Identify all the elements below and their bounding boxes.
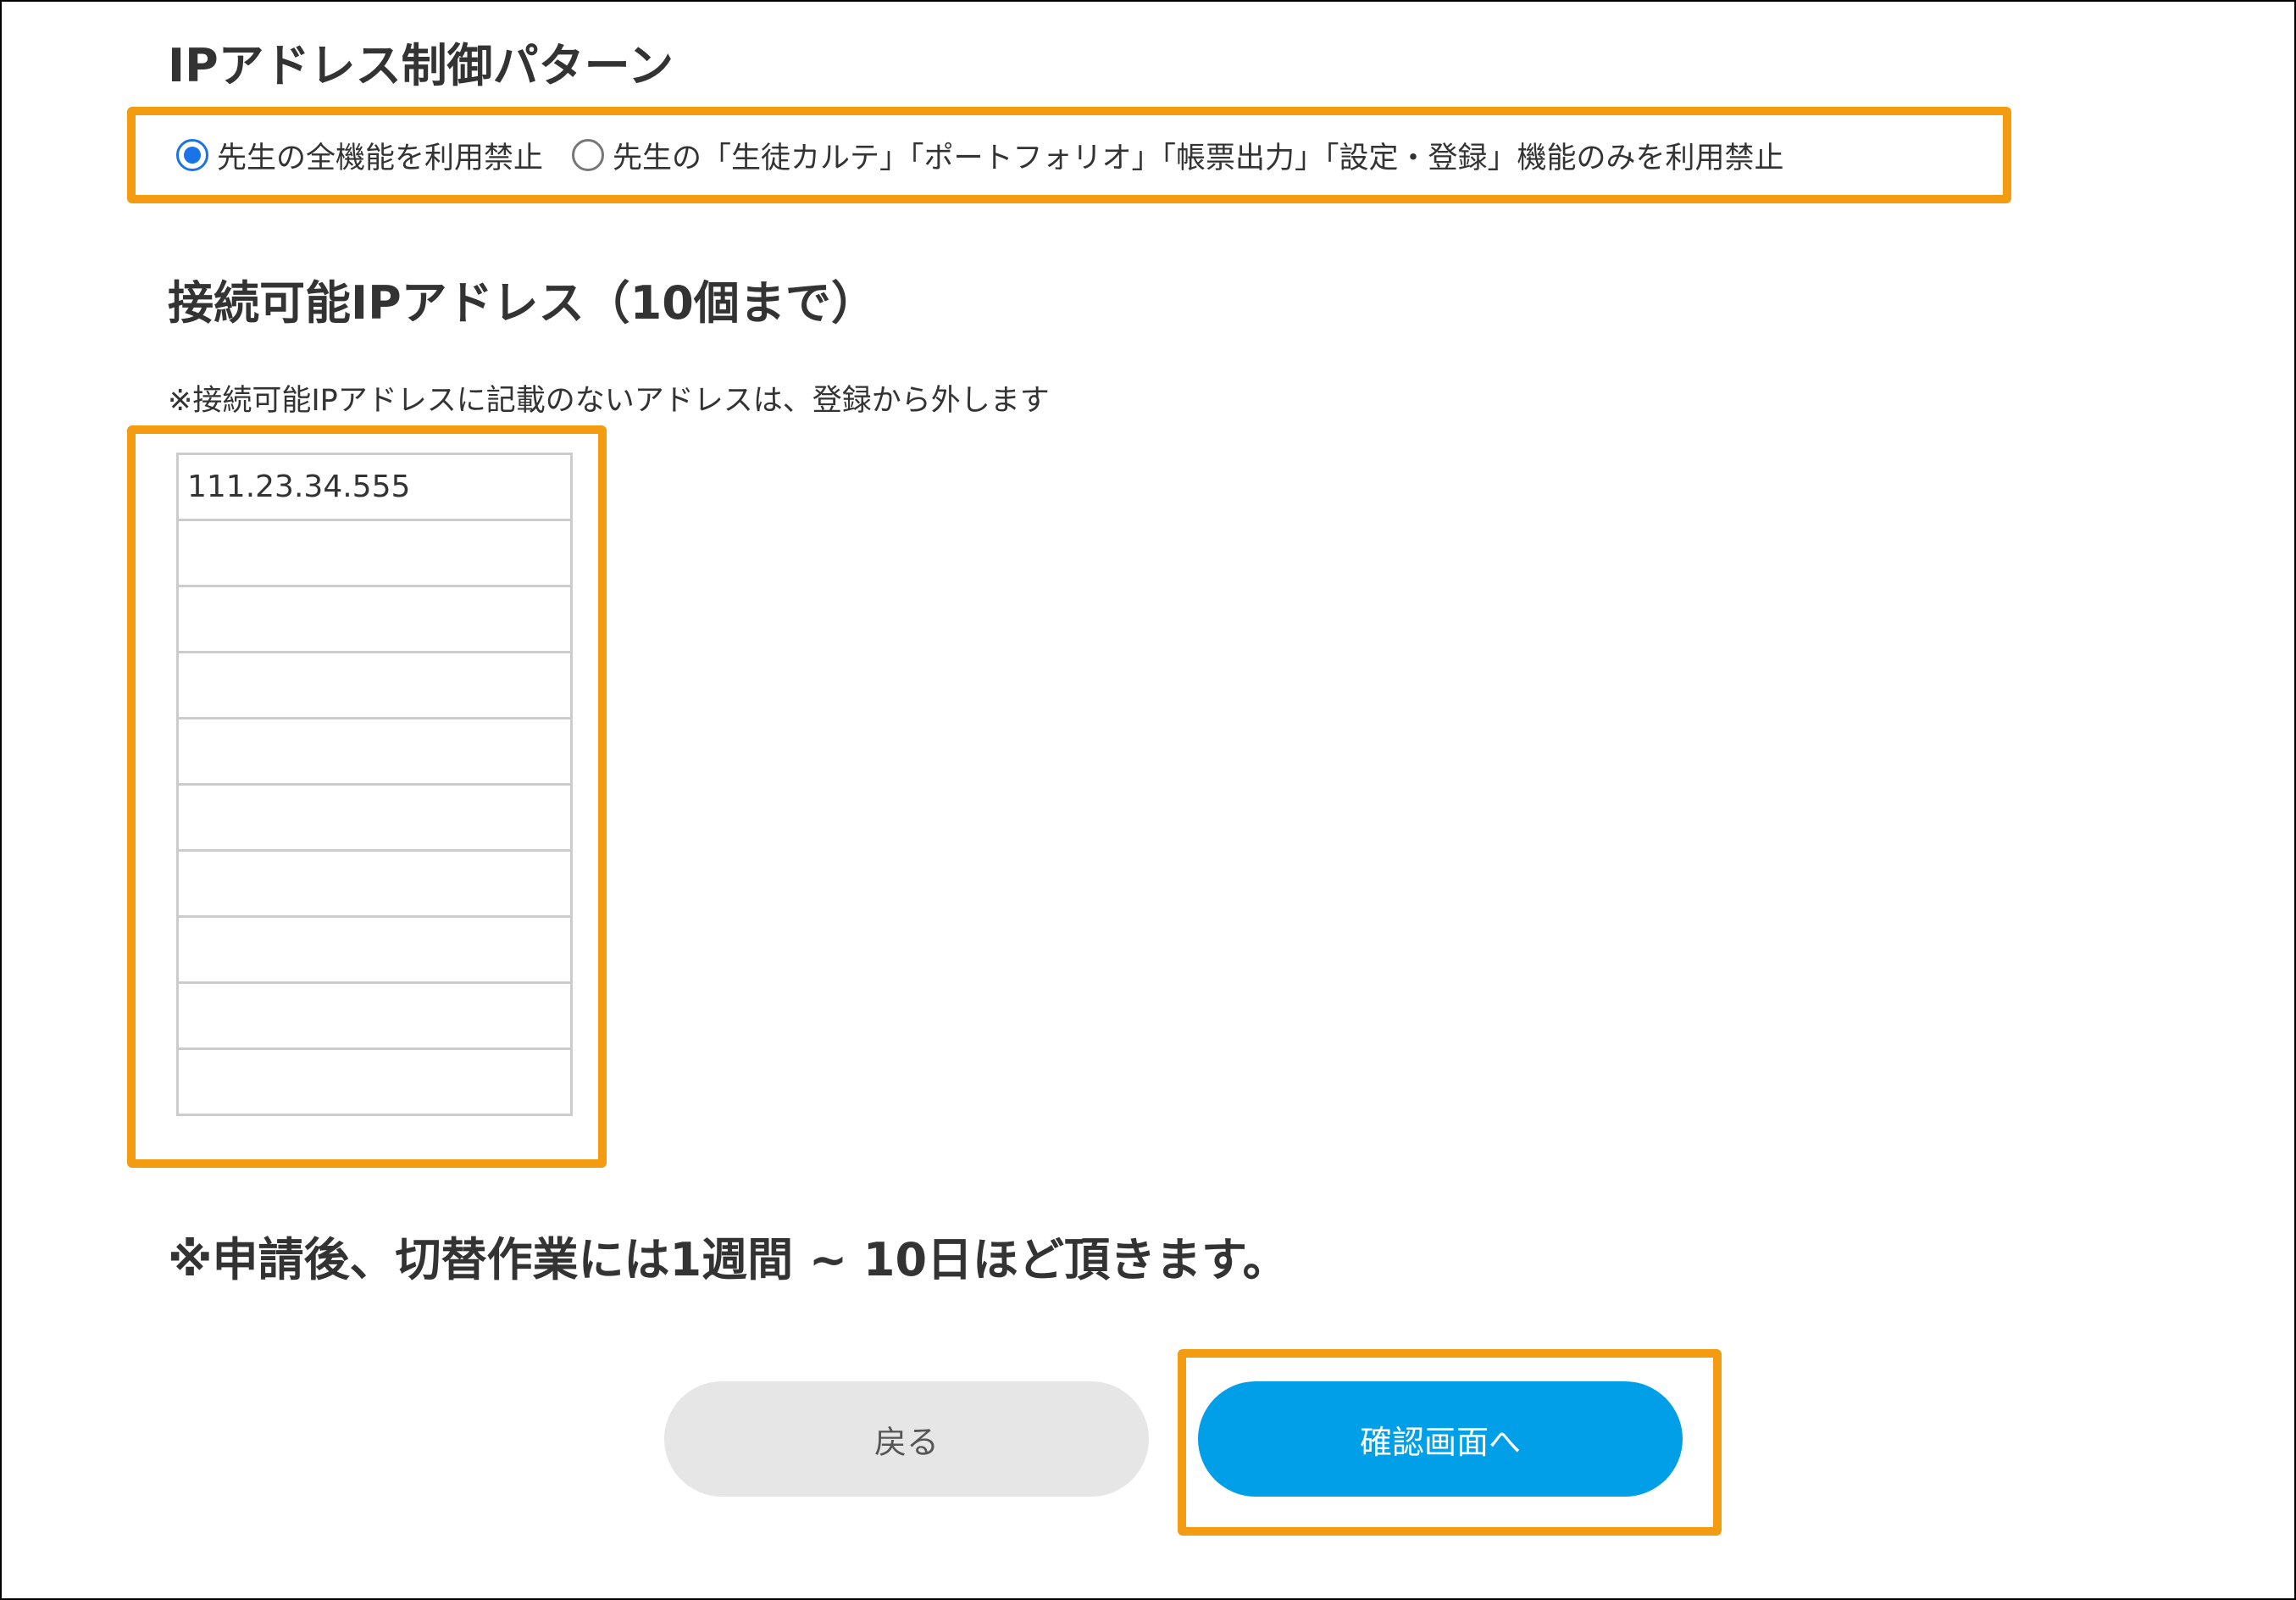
radio-option-specific-functions[interactable]: 先生の「生徒カルテ」「ポートフォリオ」「帳票出力」「設定・登録」機能のみを利用禁… bbox=[572, 134, 1784, 177]
allowed-ip-heading: 接続可能IPアドレス（10個まで） bbox=[168, 276, 877, 330]
processing-time-notice: ※申請後、切替作業には1週間 ~ 10日ほど頂きます。 bbox=[168, 1233, 1289, 1286]
ip-address-input-10[interactable] bbox=[176, 1047, 573, 1116]
radio-option-all-functions[interactable]: 先生の全機能を利用禁止 bbox=[176, 134, 543, 177]
ip-address-input-6[interactable] bbox=[176, 783, 573, 852]
radio-label-all-functions: 先生の全機能を利用禁止 bbox=[217, 141, 544, 175]
back-button[interactable]: 戻る bbox=[664, 1381, 1149, 1497]
ip-address-input-2[interactable] bbox=[176, 519, 573, 587]
ip-address-input-4[interactable] bbox=[176, 651, 573, 719]
ip-address-input-3[interactable] bbox=[176, 585, 573, 653]
ip-address-input-9[interactable] bbox=[176, 981, 573, 1050]
radio-unselected-icon[interactable] bbox=[572, 139, 605, 171]
allowed-ip-note: ※接続可能IPアドレスに記載のないアドレスは、登録から外します bbox=[168, 384, 1050, 418]
ip-address-list-highlight bbox=[127, 425, 607, 1168]
ip-address-list bbox=[176, 453, 573, 1116]
confirm-screen-button[interactable]: 確認画面へ bbox=[1198, 1381, 1683, 1497]
ip-address-input-1[interactable] bbox=[176, 453, 573, 521]
ip-address-input-7[interactable] bbox=[176, 849, 573, 918]
ip-control-pattern-radio-group: 先生の全機能を利用禁止 先生の「生徒カルテ」「ポートフォリオ」「帳票出力」「設定… bbox=[127, 107, 2011, 203]
radio-selected-icon[interactable] bbox=[176, 139, 208, 171]
page-frame: IPアドレス制御パターン 先生の全機能を利用禁止 先生の「生徒カルテ」「ポートフ… bbox=[0, 0, 2296, 1600]
ip-address-input-5[interactable] bbox=[176, 717, 573, 786]
ip-address-input-8[interactable] bbox=[176, 915, 573, 984]
radio-label-specific-functions: 先生の「生徒カルテ」「ポートフォリオ」「帳票出力」「設定・登録」機能のみを利用禁… bbox=[613, 141, 1784, 175]
ip-control-pattern-heading: IPアドレス制御パターン bbox=[168, 39, 674, 92]
